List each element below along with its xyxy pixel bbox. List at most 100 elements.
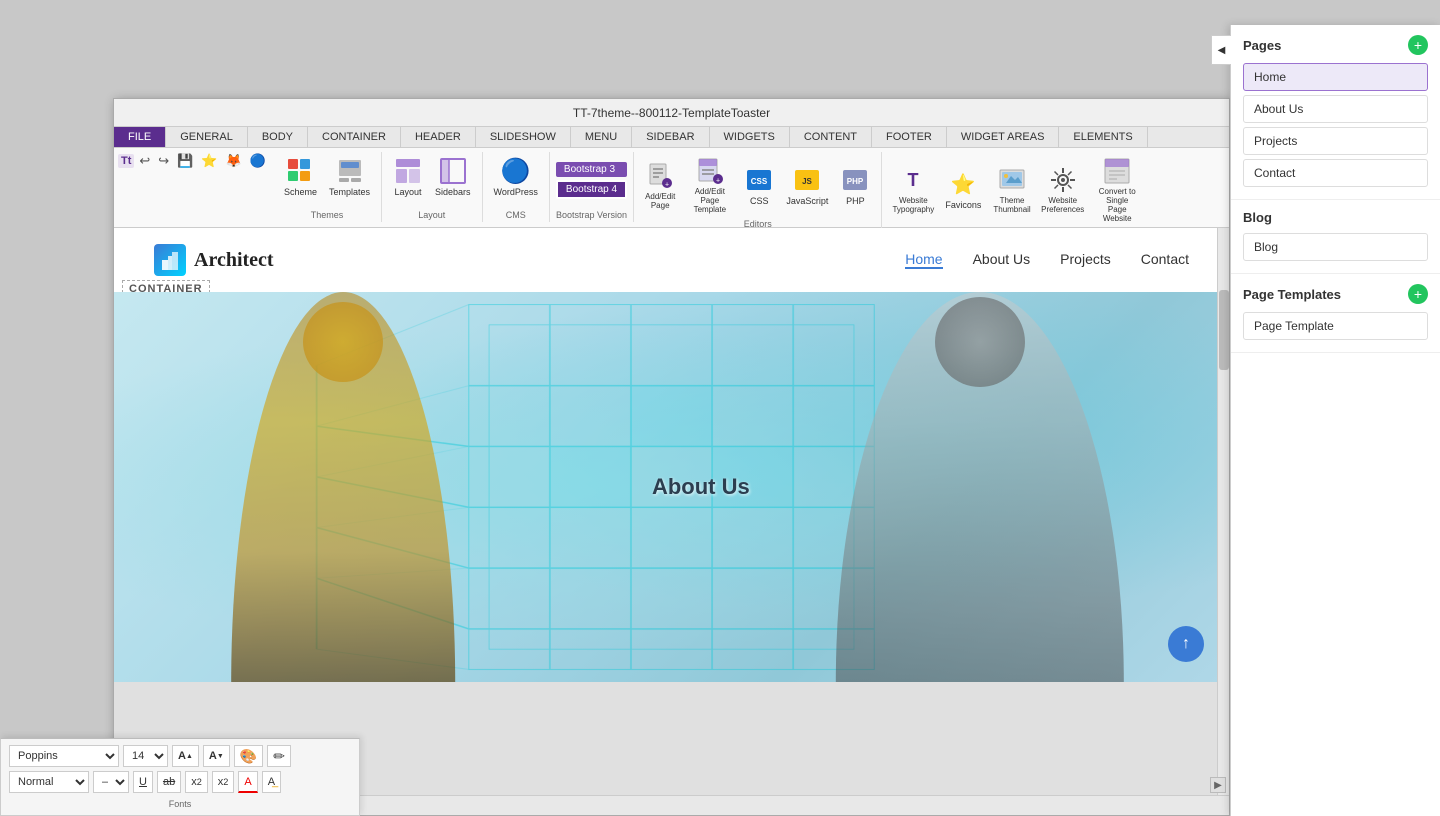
subscript-btn[interactable]: x2 (185, 771, 208, 793)
tab-elements[interactable]: ELEMENTS (1059, 127, 1147, 147)
nav-contact[interactable]: Contact (1141, 251, 1189, 269)
v-scroll-thumb[interactable] (1219, 290, 1229, 370)
tab-widget-areas[interactable]: WIDGET AREAS (947, 127, 1060, 147)
tab-widgets[interactable]: WIDGETS (710, 127, 790, 147)
page-templates-section: Page Templates + Page Template (1231, 274, 1440, 353)
undo-btn[interactable]: ↩ (136, 152, 153, 170)
website-preview: Architect Home About Us Projects Contact… (114, 228, 1229, 688)
themes-group: Scheme Templates Themes (273, 152, 382, 222)
tab-menu[interactable]: MENU (571, 127, 632, 147)
font-color-wheel-btn[interactable]: 🎨 (234, 745, 263, 767)
bootstrap-group: Bootstrap 3 Bootstrap 4 Bootstrap Versio… (550, 152, 634, 222)
bootstrap4-btn[interactable]: Bootstrap 4 (556, 180, 627, 199)
pages-section: Pages + Home About Us Projects Contact (1231, 25, 1440, 200)
sidebars-btn[interactable]: Sidebars (430, 154, 476, 200)
bootstrap3-btn[interactable]: Bootstrap 3 (556, 162, 627, 177)
superscript-btn[interactable]: x2 (212, 771, 235, 793)
nav-about[interactable]: About Us (973, 251, 1031, 269)
blog-section: Blog Blog (1231, 200, 1440, 274)
tab-body[interactable]: BODY (248, 127, 308, 147)
star-btn[interactable]: ⭐ (198, 152, 220, 170)
website-preferences-btn[interactable]: WebsitePreferences (1038, 163, 1088, 217)
font-family-select[interactable]: Poppins (9, 745, 119, 767)
logo-text: Architect (194, 249, 274, 272)
preview-logo: Architect (154, 244, 274, 276)
scheme-btn[interactable]: Scheme (279, 154, 322, 200)
svg-text:JS: JS (802, 177, 812, 186)
font-color-btn[interactable]: A (238, 771, 257, 793)
font-size-select[interactable]: 14 (123, 745, 168, 767)
svg-text:+: + (665, 181, 669, 188)
wordpress-btn[interactable]: 🔵 WordPress (489, 154, 543, 200)
layout-btn[interactable]: Layout (388, 154, 428, 200)
tab-slideshow[interactable]: SLIDESHOW (476, 127, 571, 147)
nav-projects[interactable]: Projects (1060, 251, 1111, 269)
add-page-btn[interactable]: + (1408, 35, 1428, 55)
pages-title: Pages (1243, 38, 1281, 53)
page-item-contact[interactable]: Contact (1243, 159, 1428, 187)
website-typography-btn[interactable]: T WebsiteTypography (888, 163, 938, 217)
canvas-area: ▶ Architect Home About Us (114, 228, 1229, 795)
tab-general[interactable]: GENERAL (166, 127, 248, 147)
tools-group: T WebsiteTypography ⭐ Favicons (882, 152, 1150, 228)
person-left (203, 292, 483, 682)
redo-btn[interactable]: ↪ (155, 152, 172, 170)
tab-header[interactable]: HEADER (401, 127, 476, 147)
templates-btn[interactable]: Templates (324, 154, 375, 200)
bottom-toolbar: Poppins 14 A▲ A▼ 🎨 ✏ Normal Heading 1 He… (0, 738, 360, 816)
font-highlight-btn[interactable]: ✏ (267, 745, 291, 767)
page-item-home[interactable]: Home (1243, 63, 1428, 91)
toolbar-label: Fonts (9, 799, 351, 809)
blog-item[interactable]: Blog (1243, 233, 1428, 261)
add-template-btn[interactable]: + (1408, 284, 1428, 304)
style-row: Normal Heading 1 Heading 2 Heading 3 — U… (9, 771, 351, 793)
style-select[interactable]: Normal Heading 1 Heading 2 Heading 3 (9, 771, 89, 793)
svg-text:PHP: PHP (847, 177, 864, 186)
text-highlight-btn[interactable]: A̲ (262, 771, 281, 793)
tab-file[interactable]: FILE (114, 127, 166, 147)
blog-section-header: Blog (1243, 210, 1428, 225)
page-item-projects[interactable]: Projects (1243, 127, 1428, 155)
firefox-btn[interactable]: 🦊 (223, 152, 245, 170)
page-item-about[interactable]: About Us (1243, 95, 1428, 123)
theme-thumbnail-btn[interactable]: ThemeThumbnail (988, 163, 1035, 217)
save-btn[interactable]: 💾 (174, 152, 196, 170)
layout-group: Layout Sidebars Layout (382, 152, 483, 222)
tab-sidebar[interactable]: SIDEBAR (632, 127, 709, 147)
wp-btn[interactable]: 🔵 (247, 152, 269, 170)
tab-content[interactable]: CONTENT (790, 127, 872, 147)
css-btn[interactable]: CSS CSS (739, 163, 779, 209)
color-select[interactable]: — (93, 771, 129, 793)
tt-icon: Tt (118, 154, 134, 168)
svg-text:T: T (908, 170, 919, 190)
h-scroll-right-arrow[interactable]: ▶ (1210, 777, 1226, 793)
right-panel: ◀ Pages + Home About Us Projects Contact… (1230, 25, 1440, 816)
font-row: Poppins 14 A▲ A▼ 🎨 ✏ (9, 745, 351, 767)
preview-nav: Architect Home About Us Projects Contact (114, 228, 1229, 292)
font-decrease-btn[interactable]: A▼ (203, 745, 230, 767)
pages-section-header: Pages + (1243, 35, 1428, 55)
window-title: TT-7theme--800112-TemplateToaster (573, 106, 770, 120)
add-edit-page-template-btn[interactable]: + Add/Edit PageTemplate (682, 154, 737, 217)
logo-icon (154, 244, 186, 276)
svg-text:CSS: CSS (751, 177, 768, 186)
convert-single-page-btn[interactable]: Convert to SinglePage Website (1090, 154, 1145, 226)
strikethrough-btn[interactable]: ab (157, 771, 181, 793)
panel-collapse-tab[interactable]: ◀ (1211, 35, 1231, 65)
v-scrollbar[interactable] (1217, 228, 1229, 795)
page-templates-title: Page Templates (1243, 287, 1341, 302)
tab-container[interactable]: CONTAINER (308, 127, 401, 147)
tab-footer[interactable]: FOOTER (872, 127, 947, 147)
php-btn[interactable]: PHP PHP (835, 163, 875, 209)
nav-home[interactable]: Home (905, 251, 942, 269)
title-bar: TT-7theme--800112-TemplateToaster (114, 99, 1229, 127)
person-right (820, 292, 1140, 682)
underline-btn[interactable]: U (133, 771, 153, 793)
add-edit-page-btn[interactable]: + Add/EditPage (640, 159, 680, 213)
scroll-up-btn[interactable]: ↑ (1168, 626, 1204, 662)
font-increase-btn[interactable]: A▲ (172, 745, 199, 767)
js-btn[interactable]: JS JavaScript (781, 163, 833, 209)
svg-text:+: + (716, 178, 720, 185)
page-template-item[interactable]: Page Template (1243, 312, 1428, 340)
favicons-btn[interactable]: ⭐ Favicons (940, 167, 986, 213)
